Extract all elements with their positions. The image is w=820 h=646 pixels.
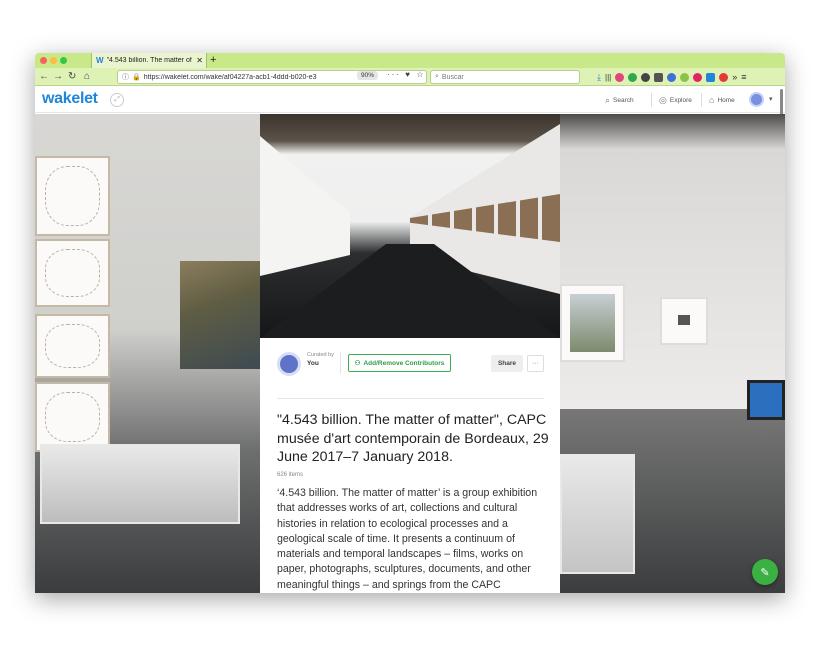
search-icon: ⌕ bbox=[435, 73, 439, 80]
card-divider bbox=[277, 398, 544, 399]
video-screen bbox=[747, 380, 785, 420]
extension-toolbar: ⤓ ||| » ≡ bbox=[597, 70, 747, 84]
green-extension-icon[interactable] bbox=[628, 72, 638, 82]
maximize-window-button[interactable] bbox=[60, 57, 67, 64]
download-icon[interactable]: ⤓ bbox=[597, 72, 601, 83]
nav-divider bbox=[701, 93, 702, 107]
close-window-button[interactable] bbox=[40, 57, 47, 64]
info-extension-icon[interactable] bbox=[641, 72, 651, 82]
gallery-frame bbox=[35, 382, 110, 452]
close-tab-icon[interactable]: ✕ bbox=[196, 56, 203, 65]
wakelet-favicon-icon: W bbox=[96, 56, 104, 65]
reload-icon[interactable]: ↻ bbox=[68, 70, 76, 84]
search-placeholder: Buscar bbox=[441, 73, 464, 81]
lime-extension-icon[interactable] bbox=[680, 72, 690, 82]
url-text: https://wakelet.com/wake/af04227a-acb1-4… bbox=[143, 73, 317, 81]
display-case bbox=[40, 444, 240, 524]
tab-bar: W "4.543 billion. The matter of m ✕ + bbox=[35, 53, 785, 68]
site-header: wakelet ⤢ ⌕ Search ◎ Explore ⌂ Home ▾ bbox=[35, 87, 785, 113]
nav-divider bbox=[651, 93, 652, 107]
curator-avatar[interactable] bbox=[277, 352, 301, 376]
curator-name[interactable]: You bbox=[307, 360, 319, 367]
collection-title[interactable]: "4.543 billion. The matter of matter", C… bbox=[277, 411, 553, 467]
nav-explore-label: Explore bbox=[669, 97, 692, 104]
browser-search-input[interactable]: ⌕ Buscar bbox=[430, 70, 580, 84]
user-avatar[interactable] bbox=[749, 92, 764, 107]
pinterest-extension-icon[interactable] bbox=[693, 72, 703, 82]
nav-toolbar: ← → ↻ ⌂ ⓘ 🔒 https://wakelet.com/wake/af0… bbox=[35, 68, 785, 86]
contributors-icon: ⚇ bbox=[354, 360, 361, 367]
nav-search[interactable]: ⌕ Search bbox=[605, 95, 634, 106]
forward-arrow-icon[interactable]: → bbox=[53, 70, 63, 84]
gallery-frame bbox=[560, 284, 625, 362]
collection-card: Curated by You ⚇ Add/Remove Contributors… bbox=[260, 338, 560, 593]
collection-hero-image bbox=[260, 114, 560, 338]
blue-extension-icon[interactable] bbox=[667, 72, 677, 82]
info-icon[interactable]: ⓘ bbox=[122, 72, 129, 82]
more-options-button[interactable]: ··· bbox=[527, 355, 544, 372]
add-remove-contributors-button[interactable]: ⚇ Add/Remove Contributors bbox=[348, 354, 451, 372]
display-case bbox=[560, 454, 635, 574]
library-icon[interactable]: ||| bbox=[605, 73, 611, 82]
instagram-extension-icon[interactable] bbox=[615, 72, 625, 82]
tab-title: "4.543 billion. The matter of m bbox=[106, 57, 194, 64]
wakelet-extension-icon[interactable] bbox=[706, 72, 716, 82]
overflow-menu-icon[interactable]: » bbox=[732, 72, 737, 82]
home-icon: ⌂ bbox=[709, 95, 715, 105]
curated-by-label: Curated by bbox=[307, 352, 334, 358]
browser-tab[interactable]: W "4.543 billion. The matter of m ✕ bbox=[91, 53, 207, 68]
share-button[interactable]: Share bbox=[491, 355, 523, 372]
nav-explore[interactable]: ◎ Explore bbox=[659, 95, 692, 106]
gallery-frame bbox=[35, 156, 110, 236]
search-icon: ⌕ bbox=[605, 95, 611, 105]
minimize-window-button[interactable] bbox=[50, 57, 57, 64]
chevron-down-icon[interactable]: ▾ bbox=[769, 95, 773, 103]
gallery-frame bbox=[35, 314, 110, 378]
gallery-frame bbox=[35, 239, 110, 307]
url-bar[interactable]: ⓘ 🔒 https://wakelet.com/wake/af04227a-ac… bbox=[117, 70, 427, 84]
collection-description[interactable]: ‘4.543 billion. The matter of matter’ is… bbox=[277, 486, 547, 593]
red-extension-icon[interactable] bbox=[719, 72, 729, 82]
page-actions-icon[interactable]: ··· ♥ ☆ bbox=[387, 70, 425, 79]
contributors-button-label: Add/Remove Contributors bbox=[363, 359, 445, 367]
item-count: 626 items bbox=[277, 472, 304, 478]
sidebar-extension-icon[interactable] bbox=[654, 72, 664, 82]
compass-icon: ◎ bbox=[659, 95, 667, 105]
browser-window: W "4.543 billion. The matter of m ✕ + ← … bbox=[35, 53, 785, 593]
nav-home-label: Home bbox=[717, 96, 735, 104]
card-divider bbox=[340, 352, 341, 374]
gallery-wall-right bbox=[560, 114, 785, 409]
gallery-frame bbox=[660, 297, 708, 345]
home-icon[interactable]: ⌂ bbox=[84, 70, 90, 84]
zoom-indicator[interactable]: 90% bbox=[357, 71, 379, 80]
lock-icon: 🔒 bbox=[132, 74, 141, 81]
edit-pencil-button[interactable]: ✎ bbox=[752, 559, 778, 585]
expand-icon[interactable]: ⤢ bbox=[110, 93, 124, 107]
hamburger-menu-icon[interactable]: ≡ bbox=[741, 72, 746, 82]
new-tab-button[interactable]: + bbox=[210, 53, 216, 67]
wakelet-logo[interactable]: wakelet bbox=[42, 90, 98, 108]
nav-search-label: Search bbox=[613, 97, 634, 104]
back-arrow-icon[interactable]: ← bbox=[39, 70, 49, 84]
landscape-artwork bbox=[180, 261, 260, 369]
nav-home[interactable]: ⌂ Home bbox=[709, 95, 735, 105]
